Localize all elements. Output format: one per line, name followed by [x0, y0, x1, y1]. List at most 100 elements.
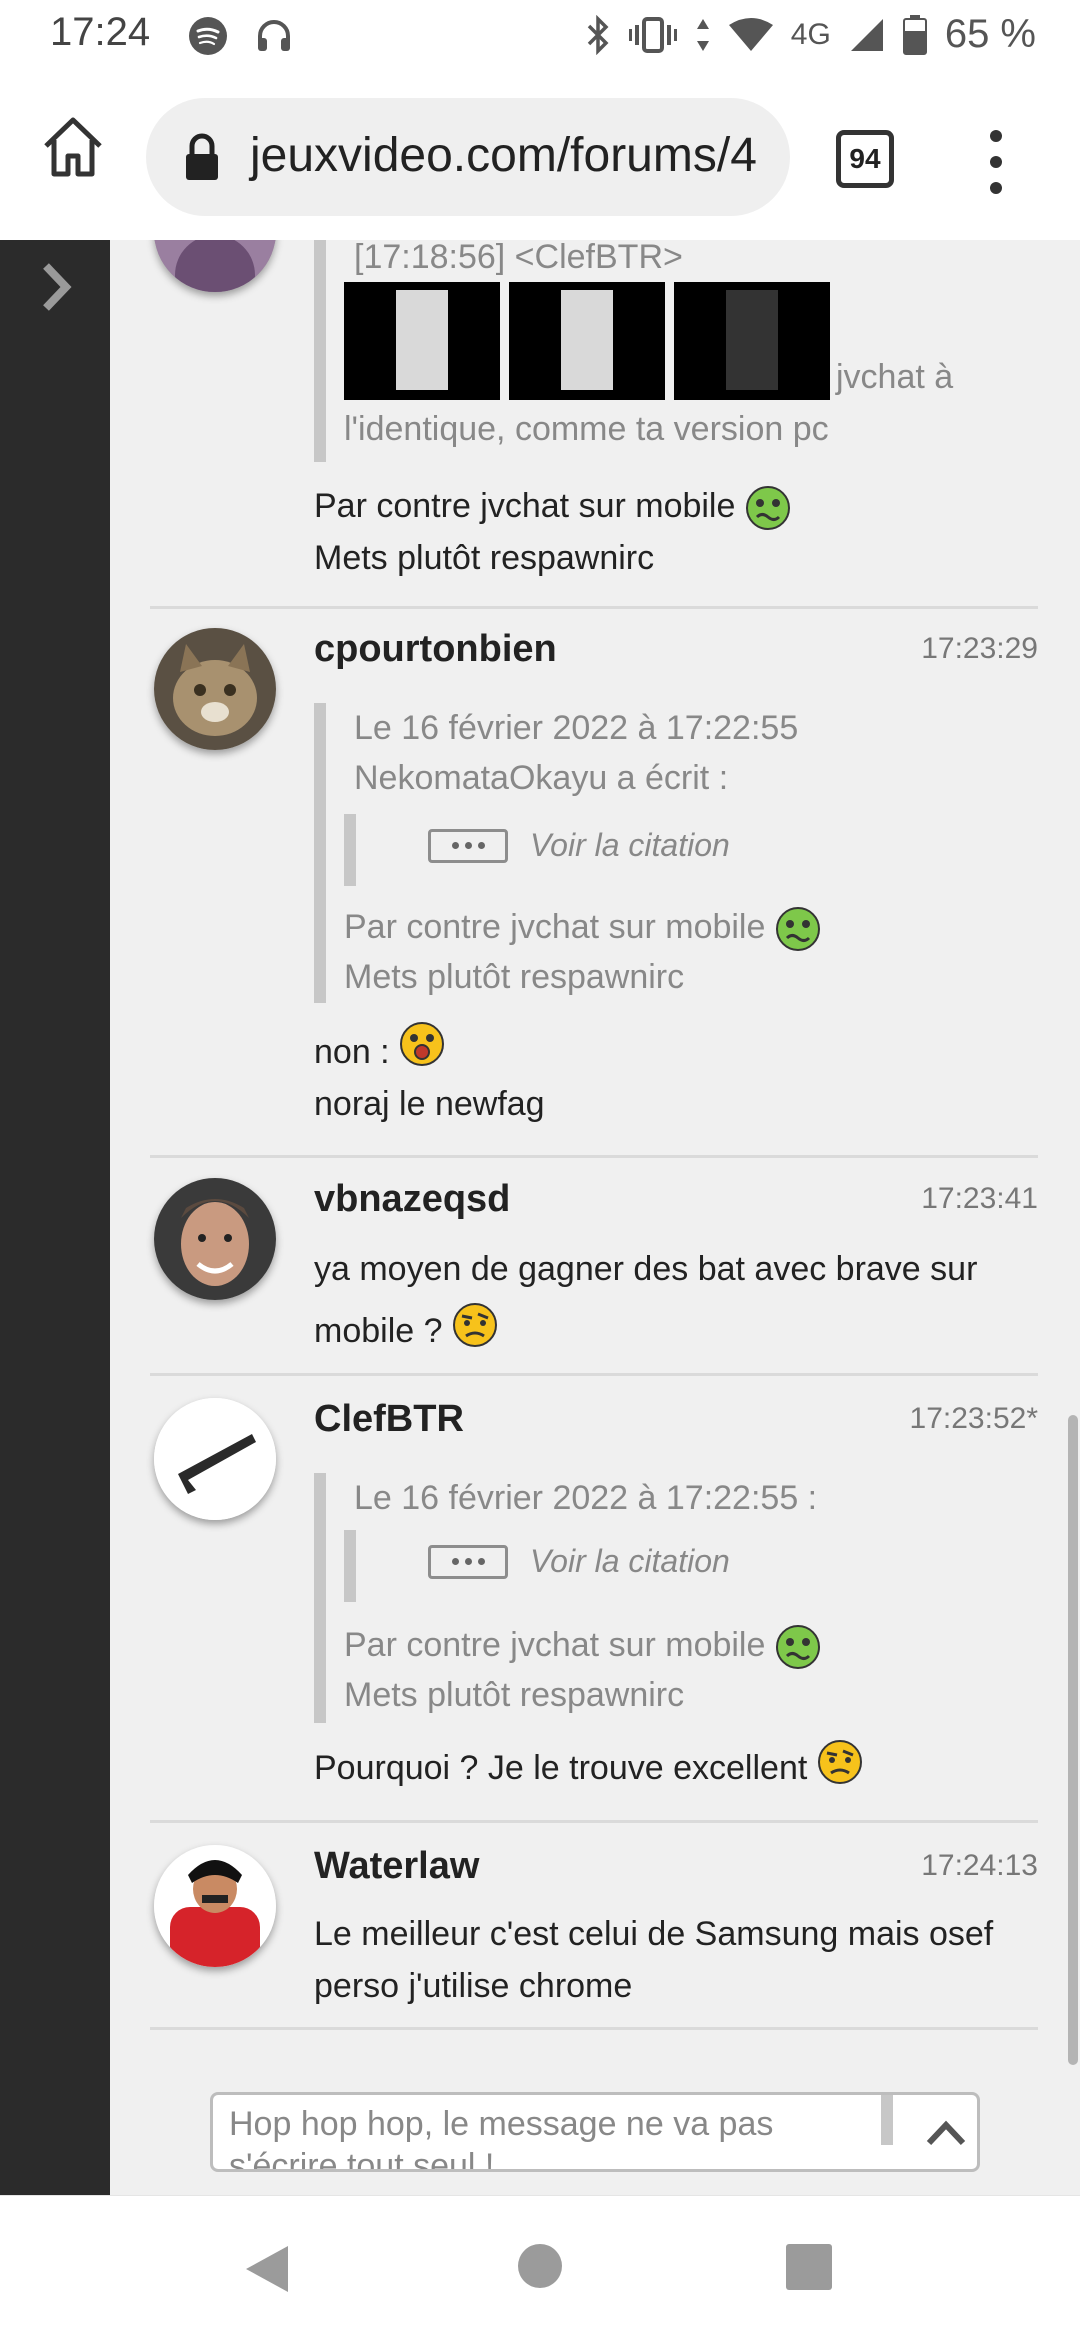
quote-header: Le 16 février 2022 à 17:22:55 :: [354, 1479, 818, 1517]
avatar[interactable]: [154, 628, 276, 750]
screenshot-thumbnail[interactable]: [344, 282, 500, 400]
nested-quote-bar: [344, 1530, 356, 1602]
scrollbar[interactable]: [1068, 1415, 1078, 2065]
side-panel-strip: [0, 240, 110, 2195]
battery-icon: [902, 14, 927, 55]
chevron-up-icon: [926, 2120, 966, 2146]
system-nav-bar: [0, 2195, 1080, 2340]
url-text: jeuxvideo.com/forums/4: [250, 129, 757, 182]
see-quote-label: Voir la citation: [530, 1543, 730, 1579]
quote-text: l'identique, comme ta version pc: [344, 410, 829, 448]
headset-icon: [252, 14, 296, 58]
nested-quote-bar: [344, 814, 356, 886]
reply-divider: [881, 2095, 893, 2145]
message-separator: [150, 606, 1038, 609]
expand-panel-button[interactable]: [38, 260, 74, 314]
forum-content: [17:18:56] <ClefBTR> jvchat à l'identiqu…: [0, 240, 1080, 2195]
lock-icon: [184, 132, 220, 182]
browser-toolbar: jeuxvideo.com/forums/4 94: [0, 72, 1080, 240]
url-bar[interactable]: jeuxvideo.com/forums/4: [146, 98, 790, 216]
sick-smiley-icon: [775, 1625, 820, 1670]
message-body: non : noraj le newfag: [314, 1022, 545, 1130]
message-text: perso j'utilise chrome: [314, 1967, 633, 2005]
message-text: Par contre jvchat sur mobile: [314, 487, 736, 525]
chevron-right-icon: [43, 263, 72, 311]
avatar[interactable]: [154, 1178, 276, 1300]
message-text: Le meilleur c'est celui de Samsung mais …: [314, 1915, 994, 1953]
back-button[interactable]: [244, 2244, 290, 2299]
quote-text: [17:18:56] <ClefBTR>: [354, 240, 683, 276]
screenshot-thumbnail[interactable]: [509, 282, 665, 400]
back-triangle-icon: [246, 2246, 288, 2292]
spotify-icon: [186, 14, 230, 58]
quote-text: Par contre jvchat sur mobile: [344, 908, 766, 946]
quote-text: Mets plutôt respawnirc: [344, 1676, 685, 1715]
message-time[interactable]: 17:24:13: [921, 1849, 1038, 1883]
message-author[interactable]: cpourtonbien: [314, 628, 557, 671]
message-author[interactable]: ClefBTR: [314, 1398, 464, 1441]
home-circle-button[interactable]: [518, 2244, 562, 2288]
message-body: Par contre jvchat sur mobile Mets plutôt…: [314, 480, 791, 584]
message-time[interactable]: 17:23:29: [921, 632, 1038, 666]
menu-dot-icon: [990, 130, 1002, 142]
bluetooth-icon: [585, 14, 611, 55]
expand-reply-button[interactable]: [923, 2111, 969, 2157]
reply-input[interactable]: Hop hop hop, le message ne va pas s'écri…: [210, 2092, 980, 2172]
quote-content: Par contre jvchat sur mobile Mets plutôt…: [344, 1620, 821, 1720]
quote-header: NekomataOkayu a écrit :: [354, 759, 729, 797]
message-text: non :: [314, 1033, 390, 1071]
message-author[interactable]: Waterlaw: [314, 1845, 479, 1888]
home-icon: [44, 117, 102, 177]
message-text: Pourquoi ? Je le trouve excellent: [314, 1749, 808, 1787]
vibrate-icon: [628, 15, 677, 55]
sick-smiley-icon: [775, 907, 820, 952]
menu-dot-icon: [990, 182, 1002, 194]
battery-level: 65 %: [944, 12, 1036, 56]
status-bar: 17:24 4G 65 %: [0, 0, 1080, 72]
more-dots-icon: [428, 828, 508, 863]
see-quote-button[interactable]: Voir la citation: [428, 1543, 730, 1580]
home-button[interactable]: [38, 112, 108, 182]
recents-button[interactable]: [786, 2244, 832, 2290]
message-separator: [150, 1155, 1038, 1158]
wifi-icon: [728, 17, 773, 53]
message-text: noraj le newfag: [314, 1085, 545, 1123]
quote-text: Mets plutôt respawnirc: [344, 958, 685, 997]
message-body: Le meilleur c'est celui de Samsung mais …: [314, 1908, 993, 2012]
message-separator: [150, 1820, 1038, 1823]
menu-dot-icon: [990, 156, 1002, 168]
message-separator: [150, 1373, 1038, 1376]
screenshot-thumbnail[interactable]: [674, 282, 830, 400]
more-dots-icon: [428, 1544, 508, 1579]
avatar[interactable]: [154, 1845, 276, 1967]
message-body: ya moyen de gagner des bat avec brave su…: [314, 1238, 977, 1362]
doubtful-smiley-icon: [817, 1740, 862, 1785]
quote-header: Le 16 février 2022 à 17:22:55: [354, 709, 799, 747]
avatar[interactable]: [154, 1398, 276, 1520]
message-time[interactable]: 17:23:52*: [910, 1402, 1038, 1436]
message-body: Pourquoi ? Je le trouve excellent: [314, 1740, 863, 1794]
message-text: mobile ?: [314, 1312, 443, 1350]
sick-smiley-icon: [745, 486, 790, 531]
overflow-menu-button[interactable]: [984, 124, 1008, 204]
status-right: 4G 65 %: [585, 12, 1036, 57]
surprised-smiley-icon: [400, 1022, 445, 1067]
see-quote-button[interactable]: Voir la citation: [428, 827, 730, 864]
message-author[interactable]: vbnazeqsd: [314, 1178, 510, 1221]
data-arrows-icon: [695, 15, 711, 55]
status-time: 17:24: [50, 10, 151, 54]
reply-placeholder: Hop hop hop, le message ne va pas s'écri…: [229, 2105, 774, 2172]
signal-icon: [849, 17, 885, 53]
quote-text: jvchat à: [836, 358, 954, 396]
doubtful-smiley-icon: [452, 1303, 497, 1348]
message-separator: [150, 2027, 1038, 2030]
message-time[interactable]: 17:23:41: [921, 1182, 1038, 1216]
quote-text: Par contre jvchat sur mobile: [344, 1626, 766, 1664]
avatar[interactable]: [154, 240, 276, 292]
tab-switcher-button[interactable]: 94: [836, 130, 894, 188]
message-text: ya moyen de gagner des bat avec brave su…: [314, 1250, 978, 1288]
see-quote-label: Voir la citation: [530, 827, 730, 863]
message-text: Mets plutôt respawnirc: [314, 539, 655, 577]
quote-content: Par contre jvchat sur mobile Mets plutôt…: [344, 902, 821, 1002]
network-type: 4G: [790, 17, 831, 51]
